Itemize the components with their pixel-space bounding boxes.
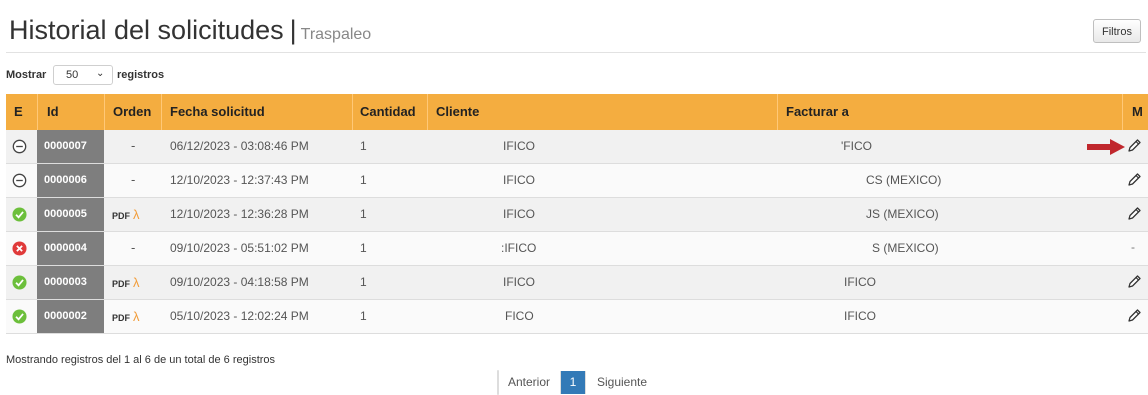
order-empty: - <box>131 138 136 153</box>
pdf-link[interactable]: PDF λ <box>112 275 140 290</box>
next-page-button[interactable]: Siguiente <box>585 371 658 394</box>
client-cell: IFICO <box>503 173 535 187</box>
date-cell: 12/10/2023 - 12:37:43 PM <box>170 173 309 187</box>
check-circle-icon <box>12 207 27 222</box>
prev-page-button[interactable]: Anterior <box>498 371 561 394</box>
page-1-button[interactable]: 1 <box>561 371 585 394</box>
records-label: registros <box>117 69 165 81</box>
x-circle-icon <box>12 241 27 256</box>
header-divider <box>104 94 105 130</box>
client-cell: :IFICO <box>501 241 537 255</box>
show-label: Mostrar <box>6 69 47 81</box>
col-header-modify[interactable]: M <box>1132 104 1143 119</box>
header-divider <box>37 94 38 130</box>
header-divider <box>427 94 428 130</box>
title-bar: Historial del solicitudes | Traspaleo Filt… <box>0 0 1148 54</box>
date-cell: 09/10/2023 - 04:18:58 PM <box>170 275 309 289</box>
id-cell[interactable]: 0000004 <box>37 232 104 265</box>
records-per-page-value: 50 <box>66 69 79 81</box>
check-circle-icon <box>12 275 27 290</box>
bill-to-cell: S (MEXICO) <box>872 241 939 255</box>
client-cell: IFICO <box>503 275 535 289</box>
bill-to-cell: JS (MEXICO) <box>866 207 939 221</box>
pdf-label: PDF <box>112 211 130 221</box>
bill-to-cell: IFICO <box>844 309 876 323</box>
id-cell[interactable]: 0000007 <box>37 130 104 163</box>
pencil-icon[interactable] <box>1126 138 1142 154</box>
edit-unavailable: - <box>1131 240 1135 254</box>
table-row: 0000003 PDF λ 09/10/2023 - 04:18:58 PM 1 … <box>6 266 1148 300</box>
client-cell: IFICO <box>503 207 535 221</box>
bill-to-cell: IFICO <box>844 275 876 289</box>
id-cell[interactable]: 0000002 <box>37 300 104 333</box>
id-cell[interactable]: 0000006 <box>37 164 104 197</box>
id-cell[interactable]: 0000005 <box>37 198 104 231</box>
table-row: 0000006 - 12/10/2023 - 12:37:43 PM 1 IFI… <box>6 164 1148 198</box>
pdf-icon: λ <box>133 309 140 324</box>
pdf-link[interactable]: PDF λ <box>112 309 140 324</box>
bill-to-cell: 'FICO <box>841 139 872 153</box>
title-divider <box>6 52 1146 53</box>
pdf-icon: λ <box>133 275 140 290</box>
header-divider <box>1122 94 1123 130</box>
quantity-cell: 1 <box>360 207 367 221</box>
pdf-icon: λ <box>133 207 140 222</box>
col-header-date[interactable]: Fecha solicitud <box>170 104 265 119</box>
table-header: E Id Orden Fecha solicitud Cantidad Clie… <box>6 94 1148 130</box>
quantity-cell: 1 <box>360 173 367 187</box>
table-row: 0000004 - 09/10/2023 - 05:51:02 PM 1 :IF… <box>6 232 1148 266</box>
pencil-icon[interactable] <box>1126 274 1142 290</box>
date-cell: 12/10/2023 - 12:36:28 PM <box>170 207 309 221</box>
filters-button[interactable]: Filtros <box>1093 19 1141 43</box>
red-arrow-icon <box>1087 139 1125 155</box>
order-empty: - <box>131 172 136 187</box>
col-header-status[interactable]: E <box>14 104 23 119</box>
clock-icon <box>12 139 27 154</box>
pagination: Anterior 1 Siguiente <box>497 370 647 395</box>
pdf-label: PDF <box>112 279 130 289</box>
id-cell[interactable]: 0000003 <box>37 266 104 299</box>
table-info: Mostrando registros del 1 al 6 de un tot… <box>6 354 276 366</box>
header-divider <box>161 94 162 130</box>
header-divider <box>352 94 353 130</box>
check-circle-icon <box>12 309 27 324</box>
pdf-link[interactable]: PDF λ <box>112 207 140 222</box>
pencil-icon[interactable] <box>1126 172 1142 188</box>
page-title-text: Historial del solicitudes <box>9 15 284 45</box>
quantity-cell: 1 <box>360 309 367 323</box>
table-row: 0000002 PDF λ 05/10/2023 - 12:02:24 PM 1 … <box>6 300 1148 334</box>
table-row: 0000007 - 06/12/2023 - 03:08:46 PM 1 IFI… <box>6 130 1148 164</box>
date-cell: 06/12/2023 - 03:08:46 PM <box>170 139 309 153</box>
quantity-cell: 1 <box>360 241 367 255</box>
pencil-icon[interactable] <box>1126 308 1142 324</box>
table-row: 0000005 PDF λ 12/10/2023 - 12:36:28 PM 1 … <box>6 198 1148 232</box>
bill-to-cell: CS (MEXICO) <box>866 173 942 187</box>
header-divider <box>777 94 778 130</box>
quantity-cell: 1 <box>360 139 367 153</box>
col-header-client[interactable]: Cliente <box>436 104 479 119</box>
date-cell: 09/10/2023 - 05:51:02 PM <box>170 241 309 255</box>
chevron-down-icon: ⌄ <box>96 68 105 79</box>
records-per-page-select[interactable]: 50 ⌄ <box>53 65 113 85</box>
col-header-id[interactable]: Id <box>47 104 59 119</box>
title-separator: | <box>289 15 297 45</box>
page-title: Historial del solicitudes | Traspaleo <box>9 15 371 46</box>
date-cell: 05/10/2023 - 12:02:24 PM <box>170 309 309 323</box>
order-empty: - <box>131 240 136 255</box>
quantity-cell: 1 <box>360 275 367 289</box>
clock-icon <box>12 173 27 188</box>
col-header-quantity[interactable]: Cantidad <box>360 104 416 119</box>
col-header-bill-to[interactable]: Facturar a <box>786 104 849 119</box>
pencil-icon[interactable] <box>1126 206 1142 222</box>
pdf-label: PDF <box>112 313 130 323</box>
col-header-order[interactable]: Orden <box>113 104 151 119</box>
page-subtitle: Traspaleo <box>300 26 372 43</box>
client-cell: IFICO <box>503 139 535 153</box>
client-cell: FICO <box>505 309 534 323</box>
